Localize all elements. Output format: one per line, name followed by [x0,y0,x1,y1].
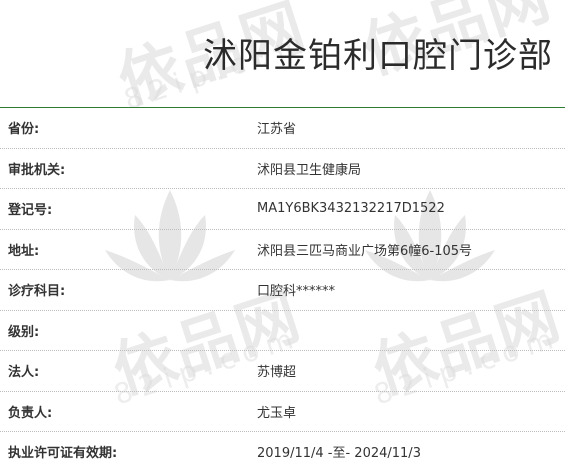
row-value: 沭阳县卫生健康局 [257,162,362,178]
row-label: 法人: [8,365,40,381]
page-title: 沭阳金铂利口腔门诊部 [203,36,553,76]
table-row-level: 级别: [0,311,565,351]
table-row-address: 地址: 沭阳县三匹马商业广场第6幢6-105号 [0,230,565,270]
row-label: 级别: [8,324,40,340]
row-value: 苏博超 [257,365,297,381]
table-row-approval-authority: 审批机关: 沭阳县卫生健康局 [0,149,565,189]
table-row-departments: 诊疗科目: 口腔科****** [0,270,565,311]
table-row-legal-person: 法人: 苏博超 [0,351,565,392]
details-table: 省份: 江苏省 审批机关: 沭阳县卫生健康局 登记号: MA1Y6BK34321… [0,107,565,469]
row-label: 执业许可证有效期: [8,446,118,462]
row-label: 省份: [8,122,40,138]
row-value: 口腔科****** [257,284,336,300]
row-value: 沭阳县三匹马商业广场第6幢6-105号 [257,243,473,259]
row-label: 诊疗科目: [8,284,66,300]
row-label: 登记号: [8,203,53,219]
row-label: 负责人: [8,405,53,421]
table-row-province: 省份: 江苏省 [0,108,565,149]
table-row-person-in-charge: 负责人: 尤玉卓 [0,392,565,432]
row-value: MA1Y6BK3432132217D1522 [257,201,445,217]
table-row-license-validity: 执业许可证有效期: 2019/11/4 -至- 2024/11/3 [0,432,565,469]
row-value: 江苏省 [257,122,297,138]
table-row-registration-number: 登记号: MA1Y6BK3432132217D1522 [0,189,565,230]
row-label: 地址: [8,243,40,259]
row-value: 2019/11/4 -至- 2024/11/3 [257,446,421,462]
row-value: 尤玉卓 [257,405,297,421]
row-label: 审批机关: [8,162,66,178]
